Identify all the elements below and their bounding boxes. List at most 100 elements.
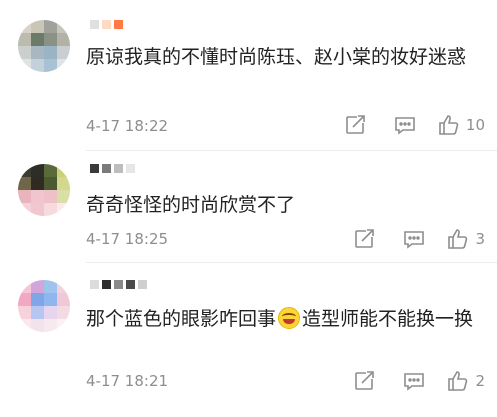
username-pixel: [90, 163, 99, 173]
avatar-pixel: [18, 20, 31, 33]
username-pixel: [114, 19, 123, 29]
avatar-pixel: [44, 306, 57, 319]
username-blurred[interactable]: [90, 279, 147, 289]
username-pixel: [126, 163, 135, 173]
avatar-pixel: [57, 190, 70, 203]
avatar-pixel: [57, 59, 70, 72]
avatar-pixel: [31, 319, 44, 332]
avatar-pixel: [31, 46, 44, 59]
like-count: 10: [465, 116, 485, 134]
share-icon: [346, 115, 365, 134]
avatar-pixel: [44, 203, 57, 216]
avatar-pixel: [44, 319, 57, 332]
avatar-pixel: [57, 177, 70, 190]
username-pixel: [90, 19, 99, 29]
avatar-pixel: [44, 293, 57, 306]
avatar-pixel: [18, 164, 31, 177]
like-button[interactable]: 2: [447, 370, 485, 392]
divider: [86, 150, 497, 151]
avatar[interactable]: [18, 164, 70, 216]
avatar-pixel: [44, 190, 57, 203]
avatar-pixel: [18, 319, 31, 332]
username-pixel: [90, 279, 99, 289]
username-blurred[interactable]: [90, 19, 123, 29]
avatar-pixel: [31, 293, 44, 306]
like-count: 2: [475, 372, 485, 390]
comment-icon: [404, 231, 425, 249]
avatar-pixel: [18, 306, 31, 319]
comment-text: 奇奇怪怪的时尚欣赏不了: [86, 194, 296, 216]
username-pixel: [126, 279, 135, 289]
comment-time: 4-17 18:22: [86, 117, 169, 135]
comment-item: 原谅我真的不懂时尚陈珏、赵小棠的妆好迷惑 4-17 18:22 10: [0, 0, 497, 145]
comment-text-part: 那个蓝色的眼影咋回事: [86, 308, 277, 330]
thumbs-up-icon: [448, 229, 468, 249]
avatar-pixel: [57, 319, 70, 332]
comment-button[interactable]: [403, 370, 425, 392]
avatar-pixel: [31, 177, 44, 190]
share-button[interactable]: [344, 114, 366, 136]
avatar-pixel: [57, 280, 70, 293]
share-button[interactable]: [353, 228, 375, 250]
comment-button[interactable]: [403, 228, 425, 250]
username-pixel: [102, 279, 111, 289]
avatar-pixel: [18, 190, 31, 203]
username-pixel: [102, 163, 111, 173]
avatar-pixel: [18, 293, 31, 306]
comment-icon: [404, 373, 425, 391]
avatar-pixel: [57, 306, 70, 319]
avatar-pixel: [31, 306, 44, 319]
comment-icon: [395, 117, 415, 135]
avatar-pixel: [31, 190, 44, 203]
avatar-pixel: [44, 164, 57, 177]
comment-item: 奇奇怪怪的时尚欣赏不了 4-17 18:25 3: [0, 152, 497, 260]
avatar-pixel: [57, 20, 70, 33]
username-pixel: [114, 163, 123, 173]
comment-text: 原谅我真的不懂时尚陈珏、赵小棠的妆好迷惑: [86, 46, 467, 68]
comment-item: 那个蓝色的眼影咋回事 造型师能不能换一换 4-17 18:21 2: [0, 268, 497, 417]
avatar-pixel: [31, 280, 44, 293]
avatar-pixel: [31, 20, 44, 33]
laughing-tears-emoji-icon: [278, 307, 301, 329]
comment-actions: 10: [344, 114, 485, 136]
username-pixel: [102, 19, 111, 29]
share-icon: [355, 371, 375, 390]
avatar-pixel: [31, 59, 44, 72]
comment-button[interactable]: [394, 114, 416, 136]
avatar-pixel: [18, 177, 31, 190]
avatar-pixel: [57, 203, 70, 216]
comment-text: 那个蓝色的眼影咋回事 造型师能不能换一换: [86, 304, 481, 334]
avatar[interactable]: [18, 20, 70, 72]
share-button[interactable]: [353, 370, 375, 392]
like-count: 3: [475, 230, 485, 248]
avatar[interactable]: [18, 280, 70, 332]
comment-actions: 3: [353, 228, 485, 250]
comment-text-part: 造型师能不能换一换: [302, 308, 474, 330]
avatar-pixel: [18, 46, 31, 59]
avatar-pixel: [57, 293, 70, 306]
comment-time: 4-17 18:25: [86, 230, 169, 248]
divider: [86, 262, 497, 263]
avatar-pixel: [44, 59, 57, 72]
thumbs-up-icon: [439, 115, 459, 135]
avatar-pixel: [18, 203, 31, 216]
avatar-pixel: [31, 203, 44, 216]
avatar-pixel: [44, 46, 57, 59]
avatar-pixel: [31, 33, 44, 46]
avatar-pixel: [18, 33, 31, 46]
avatar-pixel: [44, 177, 57, 190]
avatar-pixel: [18, 280, 31, 293]
avatar-pixel: [44, 20, 57, 33]
avatar-pixel: [57, 164, 70, 177]
avatar-pixel: [18, 59, 31, 72]
username-pixel: [138, 279, 147, 289]
like-button[interactable]: 10: [438, 114, 485, 136]
share-icon: [355, 229, 375, 248]
comment-actions: 2: [353, 370, 485, 392]
avatar-pixel: [57, 46, 70, 59]
like-button[interactable]: 3: [447, 228, 485, 250]
username-blurred[interactable]: [90, 163, 135, 173]
avatar-pixel: [44, 33, 57, 46]
avatar-pixel: [31, 164, 44, 177]
avatar-pixel: [57, 33, 70, 46]
